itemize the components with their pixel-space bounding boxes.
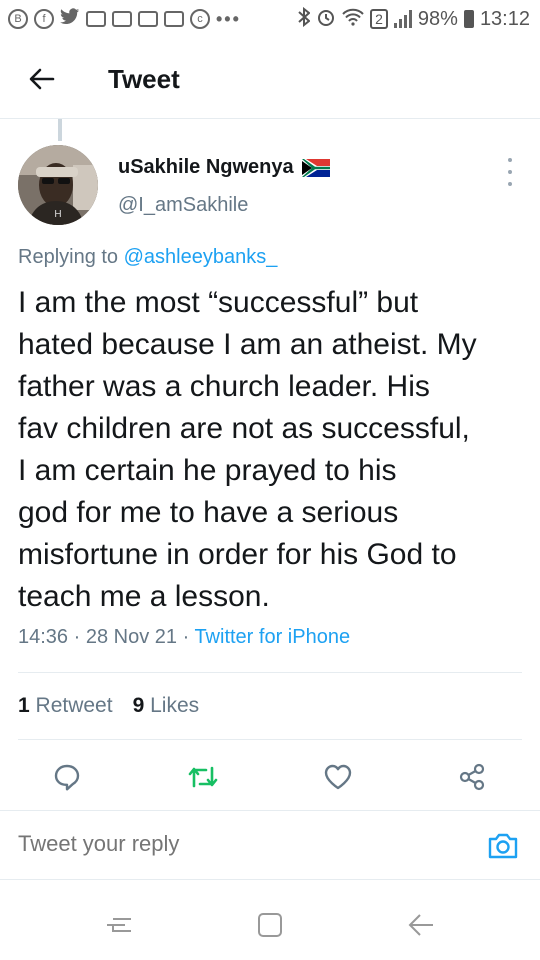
retweet-count-link[interactable]: 1 Retweet — [18, 694, 113, 718]
likes-label: Likes — [150, 694, 200, 717]
tweet-text-line: I am the most “successful” but — [18, 286, 419, 319]
likes-count: 9 — [132, 694, 145, 717]
retweet-count: 1 — [18, 694, 30, 717]
twitter-icon — [60, 7, 80, 31]
like-button[interactable] — [321, 760, 355, 794]
meta-separator: · — [182, 626, 195, 648]
tweet-date: 28 Nov 21 — [85, 626, 178, 648]
tweet-text-line: father was a church leader. His — [18, 370, 430, 403]
facebook-icon: f — [34, 9, 54, 29]
reply-composer — [0, 810, 540, 880]
bluetooth-icon — [298, 6, 311, 32]
tweet-actions — [0, 752, 540, 802]
share-icon — [459, 763, 485, 791]
back-button[interactable] — [22, 59, 62, 99]
missed-call-icon: c — [190, 9, 210, 29]
author-name-text: uSakhile Ngwenya — [118, 156, 294, 178]
image-icon — [112, 11, 132, 27]
more-options-button[interactable] — [504, 158, 516, 186]
thread-connector-line — [58, 119, 62, 141]
tweet-source-link[interactable]: Twitter for iPhone — [194, 626, 350, 648]
home-button[interactable] — [255, 910, 285, 940]
tweet-meta: 14:36 · 28 Nov 21 · Twitter for iPhone — [18, 626, 350, 649]
svg-text:H: H — [54, 209, 61, 220]
tweet-text-line: teach me a lesson. — [18, 580, 270, 613]
divider — [18, 739, 522, 740]
wifi-icon — [342, 8, 364, 31]
replying-to: Replying to @ashleeybanks_ — [18, 246, 277, 269]
top-app-bar: Tweet — [0, 40, 540, 119]
status-bar: B f c ••• 2 98% 13:12 — [0, 0, 540, 38]
gmail-icon — [138, 11, 158, 27]
clock: 13:12 — [479, 7, 530, 30]
reply-button[interactable] — [50, 760, 84, 794]
b-app-icon: B — [8, 9, 28, 29]
arrow-left-icon — [29, 68, 55, 90]
more-notifications-icon: ••• — [216, 8, 241, 29]
alarm-icon — [316, 7, 336, 32]
back-arrow-icon — [408, 914, 433, 936]
replying-mention-link[interactable]: @ashleeybanks_ — [124, 246, 278, 268]
author-handle[interactable]: @I_amSakhile — [118, 194, 248, 217]
retweet-label: Retweet — [35, 694, 113, 717]
more-vertical-icon — [508, 158, 512, 162]
likes-count-link[interactable]: 9 Likes — [133, 694, 200, 718]
reply-input[interactable] — [18, 831, 438, 857]
avatar-image: H — [18, 145, 98, 225]
tweet-text: I am the most “successful” but hated bec… — [18, 282, 528, 618]
author-name[interactable]: uSakhile Ngwenya — [118, 156, 330, 179]
home-icon — [258, 913, 282, 937]
notification-icons: B f c ••• — [8, 7, 241, 31]
divider — [18, 672, 522, 673]
system-icons: 2 98% 13:12 — [298, 6, 530, 32]
replying-prefix: Replying to — [18, 246, 119, 268]
recent-apps-icon — [107, 918, 131, 932]
tweet-text-line: god for me to have a serious — [18, 496, 399, 529]
reply-icon — [54, 764, 80, 791]
message-icon — [86, 11, 106, 27]
south-africa-flag-icon — [301, 158, 330, 177]
camera-icon — [488, 833, 518, 859]
share-button[interactable] — [455, 760, 489, 794]
meta-separator: · — [73, 626, 86, 648]
tweet-text-line: misfortune in order for his God to — [18, 538, 457, 571]
heart-icon — [324, 764, 352, 790]
tweet-text-line: fav children are not as successful, — [18, 412, 470, 445]
gmail-icon-2 — [164, 11, 184, 27]
page-title: Tweet — [108, 63, 180, 94]
system-navigation-bar — [0, 890, 540, 960]
notification-count: 2 — [370, 9, 388, 29]
tweet-text-line: hated because I am an atheist. My — [18, 328, 477, 361]
system-back-button[interactable] — [406, 910, 436, 940]
retweet-button[interactable] — [186, 760, 220, 794]
recent-apps-button[interactable] — [104, 910, 134, 940]
signal-icon — [393, 10, 412, 28]
retweet-icon — [188, 766, 218, 788]
avatar[interactable]: H — [18, 145, 98, 225]
tweet-time: 14:36 — [18, 626, 69, 648]
battery-percent: 98% — [417, 7, 458, 30]
battery-icon — [463, 10, 474, 28]
camera-button[interactable] — [486, 829, 520, 863]
tweet-text-line: I am certain he prayed to his — [18, 454, 397, 487]
tweet-stats: 1 Retweet 9 Likes — [18, 694, 199, 718]
